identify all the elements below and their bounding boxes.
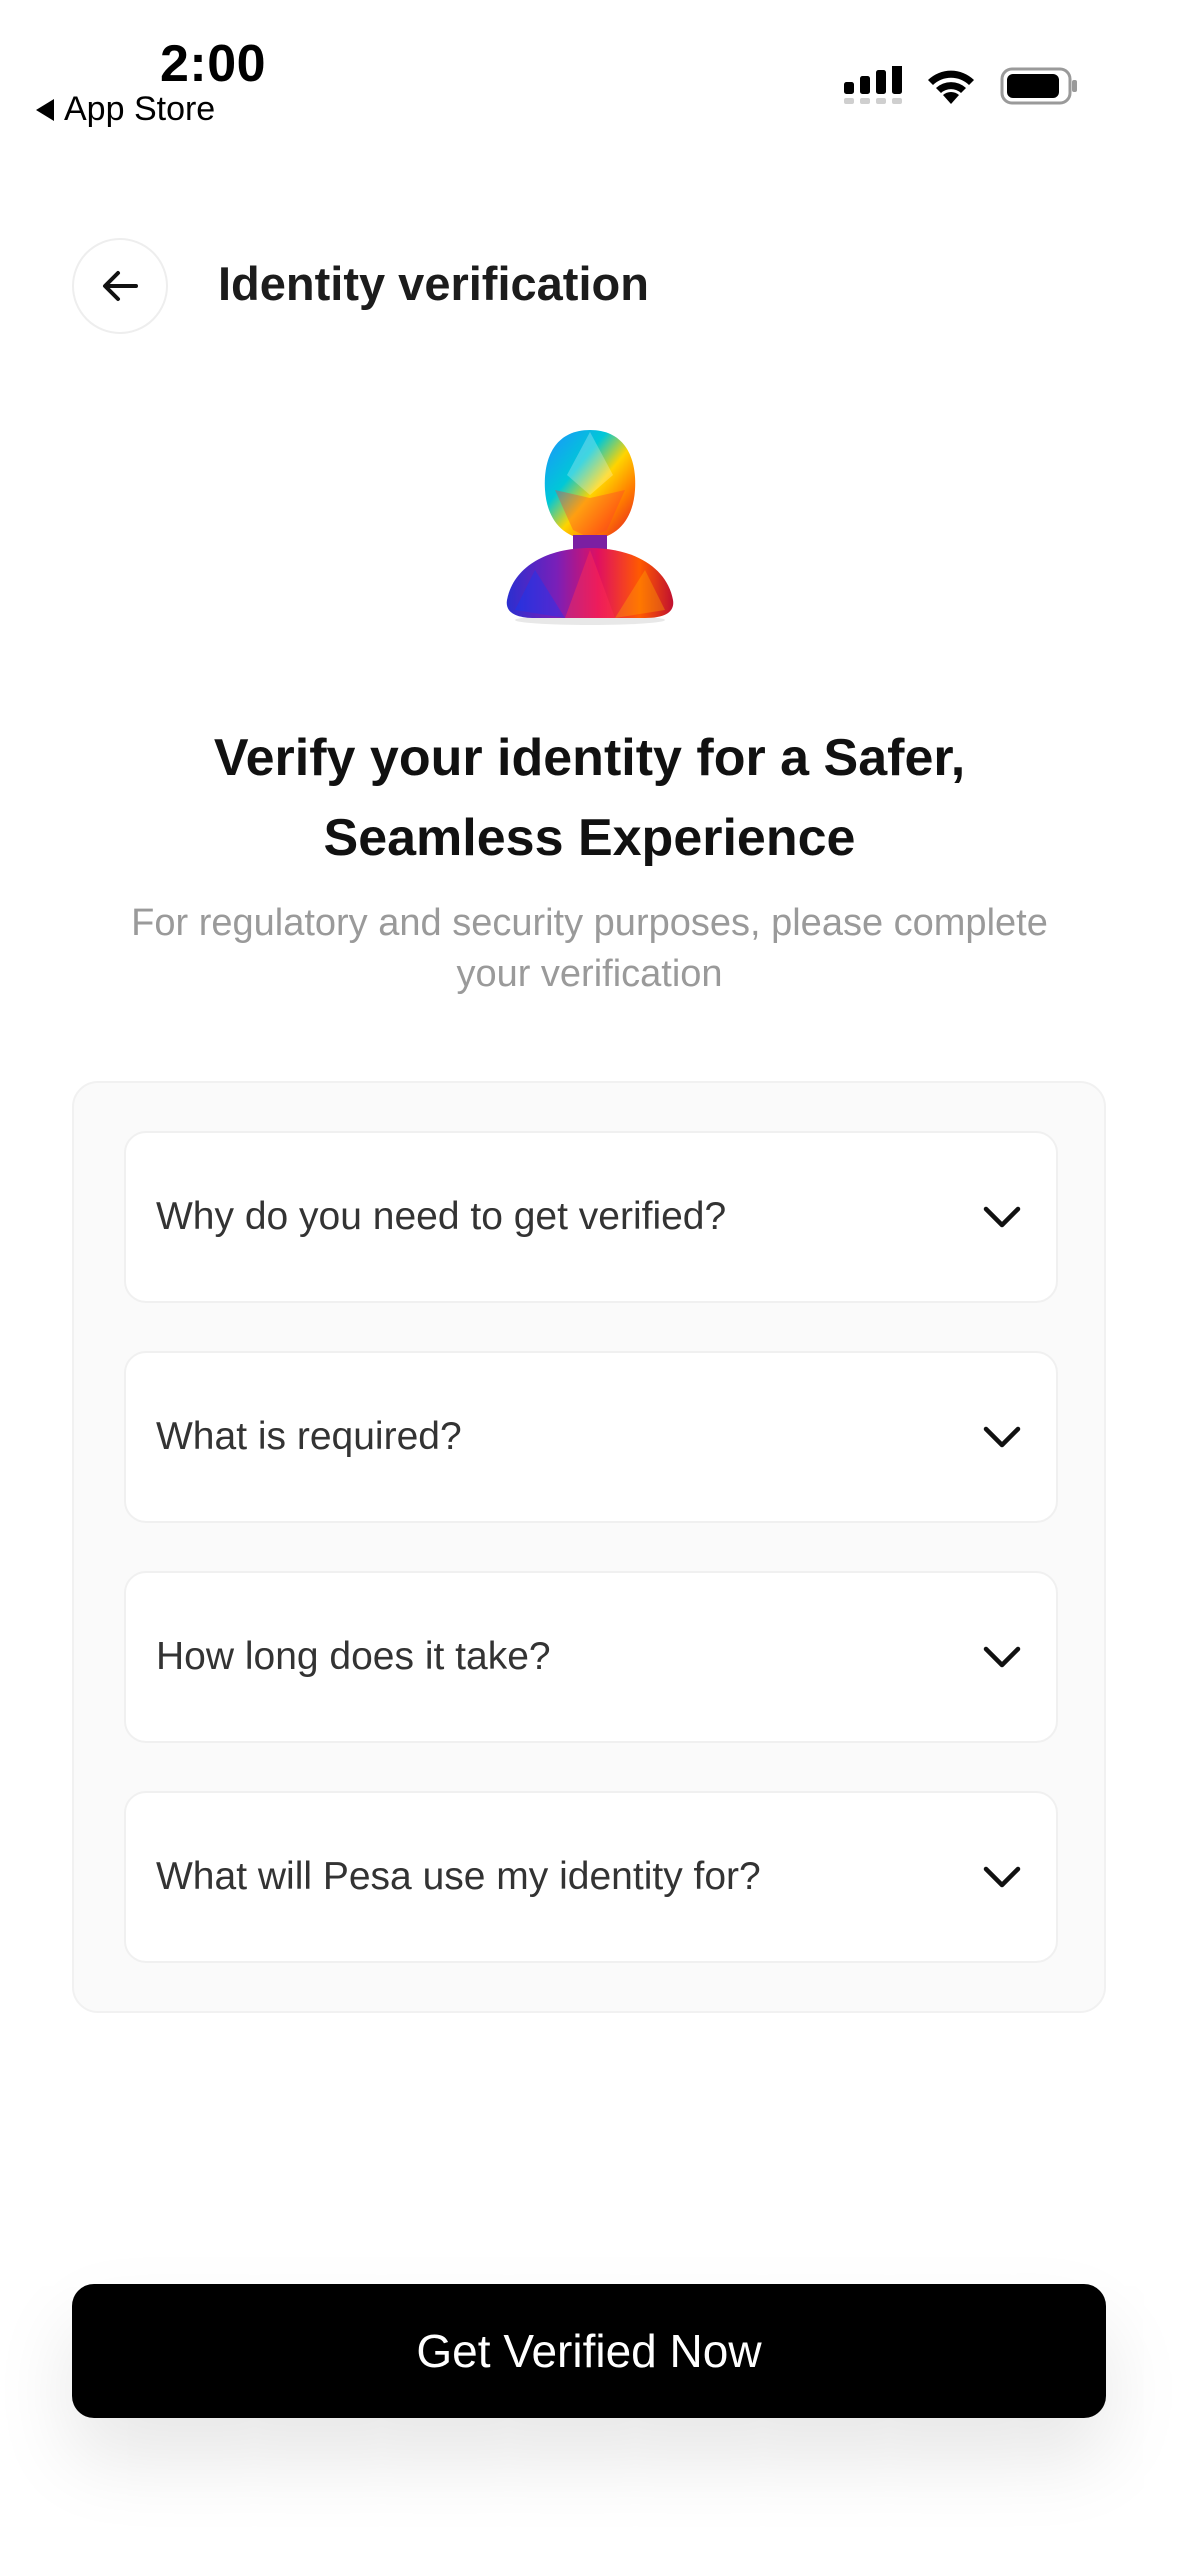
faq-question: What will Pesa use my identity for? [156,1855,761,1898]
faq-item-how-long[interactable]: How long does it take? [124,1571,1058,1743]
faq-item-identity-use[interactable]: What will Pesa use my identity for? [124,1791,1058,1963]
status-time: 2:00 [160,35,267,93]
faq-item-what-required[interactable]: What is required? [124,1351,1058,1523]
chevron-down-icon [983,1426,1021,1448]
faq-question: Why do you need to get verified? [156,1195,727,1238]
headline: Verify your identity for a Safer, Seamle… [60,718,1119,878]
faq-question: What is required? [156,1415,462,1458]
headline-line-1: Verify your identity for a Safer, [213,729,966,787]
back-app-label: App Store [64,90,216,128]
person-silhouette-icon [506,430,674,625]
chevron-down-icon [983,1206,1021,1228]
battery-icon [1000,67,1077,105]
status-bar: 2:00 App Store [0,0,1179,140]
wifi-icon [928,70,974,104]
faq-card: Why do you need to get verified? What is… [72,1081,1106,2013]
chevron-down-icon [983,1866,1021,1888]
chevron-down-icon [983,1646,1021,1668]
back-to-app-store-link[interactable]: App Store [36,90,215,129]
subtitle: For regulatory and security purposes, pl… [131,902,1048,995]
back-button[interactable] [72,238,168,334]
arrow-left-icon [103,271,138,301]
back-triangle-icon [36,98,54,121]
headline-line-2: Seamless Experience [323,809,856,867]
page-title: Identity verification [218,257,649,310]
signal-icon [844,66,902,104]
faq-question: How long does it take? [156,1635,551,1678]
get-verified-button[interactable]: Get Verified Now [72,2284,1106,2418]
faq-item-why-verified[interactable]: Why do you need to get verified? [124,1131,1058,1303]
